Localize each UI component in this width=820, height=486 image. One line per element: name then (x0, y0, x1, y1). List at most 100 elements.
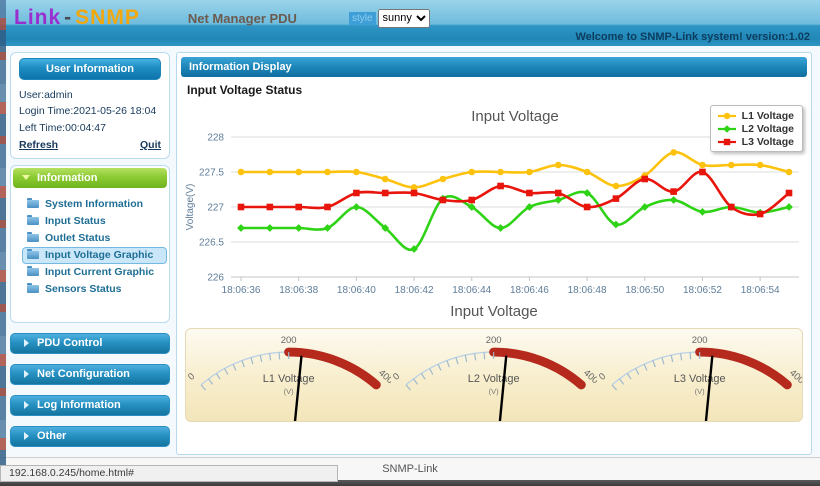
svg-text:227: 227 (207, 203, 224, 214)
legend-label: L2 Voltage (741, 122, 794, 135)
user-info-panel: User Information User:admin Login Time:2… (10, 52, 170, 159)
svg-text:Input Voltage: Input Voltage (471, 108, 559, 125)
page-title: Input Voltage Status (187, 83, 303, 97)
refresh-link[interactable]: Refresh (19, 139, 58, 151)
svg-text:0: 0 (186, 371, 197, 383)
legend-marker-icon (717, 124, 736, 133)
svg-text:L3 Voltage: L3 Voltage (673, 373, 725, 385)
legend-item-l3-voltage[interactable]: L3 Voltage (717, 135, 794, 148)
svg-text:(V): (V) (284, 387, 294, 396)
left-time-line: Left Time:00:04:47 (19, 121, 106, 134)
sidebar: User Information User:admin Login Time:2… (10, 52, 170, 447)
window-edge-strip (0, 0, 6, 480)
user-info-header: User Information (19, 58, 161, 80)
menu-item-label: System Information (45, 198, 144, 211)
information-menu-header[interactable]: Information (13, 167, 167, 188)
svg-text:0: 0 (391, 371, 402, 383)
svg-text:18:06:52: 18:06:52 (683, 285, 722, 296)
footer-text: SNMP-Link (382, 463, 438, 475)
information-menu-panel: Information System Information Input Sta… (10, 164, 170, 323)
menu-item-system-information[interactable]: System Information (22, 196, 167, 213)
folder-icon (27, 198, 39, 209)
information-display-bar: Information Display (181, 57, 807, 77)
svg-text:L1 Voltage: L1 Voltage (263, 373, 315, 385)
browser-status-tooltip: 192.168.0.245/home.html# (0, 465, 338, 482)
gauge-l1-voltage: 0200400L1 Voltage(V) (186, 335, 391, 421)
svg-text:200: 200 (486, 335, 502, 346)
menu-item-outlet-status[interactable]: Outlet Status (22, 230, 167, 247)
section-bar-label: Log Information (37, 399, 121, 412)
user-line: User:admin (19, 89, 73, 101)
legend-marker-icon (717, 112, 736, 119)
svg-text:18:06:54: 18:06:54 (741, 285, 780, 296)
svg-text:Voltage(V): Voltage(V) (185, 184, 196, 231)
expand-arrow-icon (24, 339, 29, 348)
legend-item-l1-voltage[interactable]: L1 Voltage (717, 109, 794, 122)
menu-item-label: Input Voltage Graphic (45, 249, 154, 262)
style-select[interactable]: sunny (377, 8, 430, 28)
legend-marker-icon (717, 138, 736, 145)
svg-text:(V): (V) (489, 387, 499, 396)
folder-icon (27, 249, 39, 260)
logo-separator: - (64, 6, 73, 29)
legend-item-l2-voltage[interactable]: L2 Voltage (717, 122, 794, 135)
menu-item-input-voltage-graphic[interactable]: Input Voltage Graphic (22, 246, 167, 264)
menu-item-sensors-status[interactable]: Sensors Status (22, 281, 167, 298)
chart-legend: L1 Voltage L2 Voltage L3 Voltage (709, 105, 803, 152)
menu-item-input-current-graphic[interactable]: Input Current Graphic (22, 264, 167, 281)
welcome-text: Welcome to SNMP-Link system! version:1.0… (575, 31, 810, 43)
main-panel: Information Display Input Voltage Status… (176, 52, 812, 455)
svg-text:18:06:38: 18:06:38 (279, 285, 318, 296)
svg-text:226: 226 (207, 273, 224, 284)
section-bar-label: PDU Control (37, 337, 103, 350)
menu-item-label: Outlet Status (45, 232, 111, 245)
svg-text:18:06:40: 18:06:40 (337, 285, 376, 296)
svg-text:(V): (V) (694, 387, 704, 396)
folder-icon (27, 266, 39, 277)
menu-item-label: Input Current Graphic (45, 266, 155, 279)
section-bar-net-configuration[interactable]: Net Configuration (10, 363, 170, 385)
expand-arrow-icon (24, 432, 29, 441)
section-bar-log-information[interactable]: Log Information (10, 394, 170, 416)
app-logo: Link - SNMP (14, 6, 140, 30)
svg-text:228: 228 (207, 133, 224, 144)
svg-text:18:06:44: 18:06:44 (452, 285, 491, 296)
line-chart-area: Input Voltage 226 226.5 227 227.5 228 Voltage(… (177, 101, 811, 301)
information-menu-title: Information (37, 171, 98, 184)
app-title: Net Manager PDU (187, 10, 297, 26)
logo-snmp-text: SNMP (75, 6, 140, 29)
expand-arrow-icon (24, 401, 29, 410)
gauge-panel: 0 200 400 L1 Voltage (V) 0 200 400 L2 Voltage (V… (185, 328, 803, 422)
svg-text:18:06:42: 18:06:42 (395, 285, 434, 296)
svg-text:0: 0 (597, 371, 608, 383)
menu-item-label: Input Status (45, 215, 106, 228)
svg-text:200: 200 (691, 335, 707, 346)
page: Link - SNMP Net Manager PDU style sunny We… (0, 0, 820, 486)
quit-link[interactable]: Quit (140, 139, 161, 151)
svg-text:227.5: 227.5 (199, 168, 224, 179)
login-time-line: Login Time:2021-05-26 18:04 (19, 105, 157, 118)
section-bar-other[interactable]: Other (10, 425, 170, 447)
svg-text:226.5: 226.5 (199, 238, 224, 249)
section-bar-label: Other (37, 430, 67, 443)
gauge-l2-voltage: 0200400L2 Voltage(V) (391, 335, 597, 421)
svg-text:18:06:50: 18:06:50 (625, 285, 664, 296)
expand-arrow-icon (24, 370, 29, 379)
folder-icon (27, 283, 39, 294)
menu-item-input-status[interactable]: Input Status (22, 213, 167, 230)
header: Link - SNMP Net Manager PDU style sunny We… (0, 0, 820, 46)
gauge-l3-voltage: 0200400L3 Voltage(V) (597, 335, 802, 421)
folder-icon (27, 232, 39, 243)
svg-text:200: 200 (281, 335, 297, 346)
folder-icon (27, 215, 39, 226)
menu-item-label: Sensors Status (45, 283, 122, 296)
section-bar-pdu-control[interactable]: PDU Control (10, 332, 170, 354)
legend-label: L1 Voltage (741, 109, 794, 122)
collapse-arrow-icon (22, 175, 30, 181)
svg-text:18:06:36: 18:06:36 (222, 285, 261, 296)
svg-text:18:06:46: 18:06:46 (510, 285, 549, 296)
svg-text:18:06:48: 18:06:48 (568, 285, 607, 296)
legend-label: L3 Voltage (741, 135, 794, 148)
section-bar-label: Net Configuration (37, 368, 130, 381)
gauge-section-title: Input Voltage (450, 303, 538, 320)
